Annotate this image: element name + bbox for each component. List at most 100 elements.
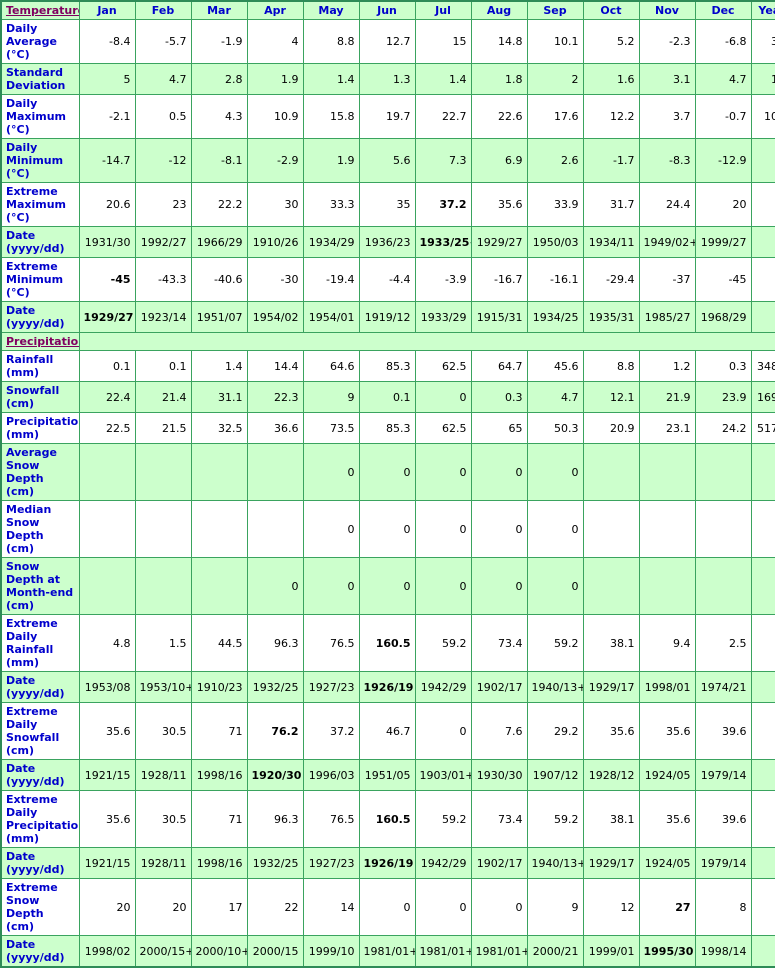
cell-jul: 0 [414, 443, 472, 501]
cell-jun: 5.6 [358, 138, 416, 183]
row-label: Snow Depth at Month-end (cm) [0, 557, 80, 615]
table-row: Daily Maximum (°C) -2.1 0.5 4.3 10.9 15.8 19.7… [0, 94, 775, 139]
cell-oct: 20.9 [582, 412, 640, 444]
cell-may: 8.8 [302, 19, 360, 64]
cell-feb: 30.5 [134, 790, 192, 848]
cell-year: 517.9 [750, 412, 775, 444]
cell-jul: 62.5 [414, 412, 472, 444]
cell-feb: 4.7 [134, 63, 192, 95]
cell-feb: 30.5 [134, 702, 192, 760]
cell-aug: 0.3 [470, 381, 528, 413]
cell-nov [638, 500, 696, 558]
cell-feb: 20 [134, 878, 192, 936]
cell-nov: -2.3 [638, 19, 696, 64]
cell-sep: 59.2 [526, 614, 584, 672]
row-label: Extreme Daily Precipitation (mm) [0, 790, 80, 848]
cell-oct: 38.1 [582, 614, 640, 672]
cell-sep: 1950/03 [526, 226, 584, 258]
cell-jan: 35.6 [78, 702, 136, 760]
row-label: Extreme Maximum (°C) [0, 182, 80, 227]
cell-nov: 1949/02+ [638, 226, 696, 258]
row-label: Daily Maximum (°C) [0, 94, 80, 139]
row-label: Date (yyyy/dd) [0, 847, 80, 879]
cell-sep: 59.2 [526, 790, 584, 848]
cell-jan: 4.8 [78, 614, 136, 672]
cell-apr: 1932/25 [246, 671, 304, 703]
cell-jan: 1921/15 [78, 759, 136, 791]
cell-feb: 0.1 [134, 350, 192, 382]
cell-dec: 20 [694, 182, 752, 227]
cell-oct [582, 557, 640, 615]
cell-jul: 1942/29 [414, 847, 472, 879]
cell-aug: 1929/27 [470, 226, 528, 258]
cell-year [750, 443, 775, 501]
cell-apr: 30 [246, 182, 304, 227]
cell-may: 33.3 [302, 182, 360, 227]
cell-dec: 2.5 [694, 614, 752, 672]
row-label: Median Snow Depth (cm) [0, 500, 80, 558]
cell-may: 76.5 [302, 790, 360, 848]
cell-feb [134, 500, 192, 558]
cell-jan: -14.7 [78, 138, 136, 183]
column-header-dec: Dec [694, 0, 752, 20]
cell-may: 1954/01 [302, 301, 360, 333]
table-row: Date (yyyy/dd) 1998/02 2000/15+ 2000/10+ 200… [0, 935, 775, 968]
cell-year [750, 500, 775, 558]
cell-oct [582, 500, 640, 558]
row-label: Date (yyyy/dd) [0, 301, 80, 333]
cell-jan: 22.4 [78, 381, 136, 413]
row-label: Date (yyyy/dd) [0, 226, 80, 258]
column-header-apr: Apr [246, 0, 304, 20]
cell-apr: 2000/15 [246, 935, 304, 968]
cell-dec: 1974/21 [694, 671, 752, 703]
cell-nov: 35.6 [638, 702, 696, 760]
cell-jun: 46.7 [358, 702, 416, 760]
table-row: Extreme Snow Depth (cm) 20 20 17 22 14 0 0 0 9 12 2… [0, 878, 775, 936]
cell-sep: 9 [526, 878, 584, 936]
cell-may: 0 [302, 500, 360, 558]
cell-year [750, 790, 775, 848]
cell-year [750, 301, 775, 333]
table-row: Standard Deviation 5 4.7 2.8 1.9 1.4 1.3 1.4 1.8… [0, 63, 775, 95]
table-row: Rainfall (mm) 0.1 0.1 1.4 14.4 64.6 85.3 62.5 64… [0, 350, 775, 382]
cell-apr: -2.9 [246, 138, 304, 183]
table-row: Date (yyyy/dd) 1921/15 1928/11 1998/16 1932/… [0, 847, 775, 879]
column-header-aug: Aug [470, 0, 528, 20]
cell-aug: 73.4 [470, 790, 528, 848]
cell-jun: 85.3 [358, 350, 416, 382]
cell-nov: 35.6 [638, 790, 696, 848]
cell-oct: 1928/12 [582, 759, 640, 791]
cell-year [750, 182, 775, 227]
section-header-filler [78, 332, 775, 351]
cell-jan: -8.4 [78, 19, 136, 64]
cell-mar: 22.2 [190, 182, 248, 227]
cell-apr: -30 [246, 257, 304, 302]
cell-dec: 8 [694, 878, 752, 936]
cell-year [750, 257, 775, 302]
row-label: Date (yyyy/dd) [0, 759, 80, 791]
cell-dec [694, 500, 752, 558]
cell-jan: 35.6 [78, 790, 136, 848]
cell-jan: 1998/02 [78, 935, 136, 968]
cell-jul: 1942/29 [414, 671, 472, 703]
cell-dec: 1979/14 [694, 759, 752, 791]
cell-mar: 71 [190, 702, 248, 760]
cell-jun: 0.1 [358, 381, 416, 413]
cell-nov: 1985/27 [638, 301, 696, 333]
cell-mar: 4.3 [190, 94, 248, 139]
cell-jun: 0 [358, 878, 416, 936]
cell-oct: 12 [582, 878, 640, 936]
cell-apr: 76.2 [246, 702, 304, 760]
cell-dec: -45 [694, 257, 752, 302]
cell-may: 37.2 [302, 702, 360, 760]
cell-apr: 96.3 [246, 790, 304, 848]
cell-sep: 0 [526, 500, 584, 558]
row-label: Daily Minimum (°C) [0, 138, 80, 183]
cell-nov: -37 [638, 257, 696, 302]
table-row: Extreme Daily Precipitation (mm) 35.6 30.5… [0, 790, 775, 848]
cell-feb: 0.5 [134, 94, 192, 139]
row-label: Precipitation (mm) [0, 412, 80, 444]
cell-nov: -8.3 [638, 138, 696, 183]
cell-jan [78, 557, 136, 615]
cell-jun: 1951/05 [358, 759, 416, 791]
